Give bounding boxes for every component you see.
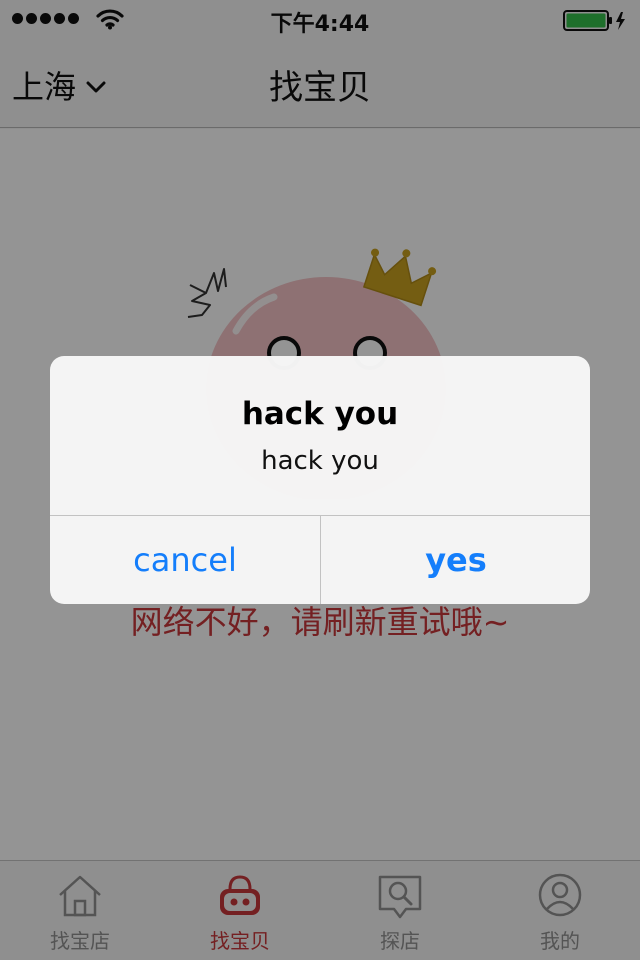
alert-title: hack you — [241, 396, 399, 432]
cancel-button[interactable]: cancel — [50, 516, 320, 604]
alert-message: hack you — [261, 446, 379, 476]
alert-dialog: hack you hack you cancel yes — [50, 356, 590, 604]
yes-button[interactable]: yes — [321, 516, 590, 604]
